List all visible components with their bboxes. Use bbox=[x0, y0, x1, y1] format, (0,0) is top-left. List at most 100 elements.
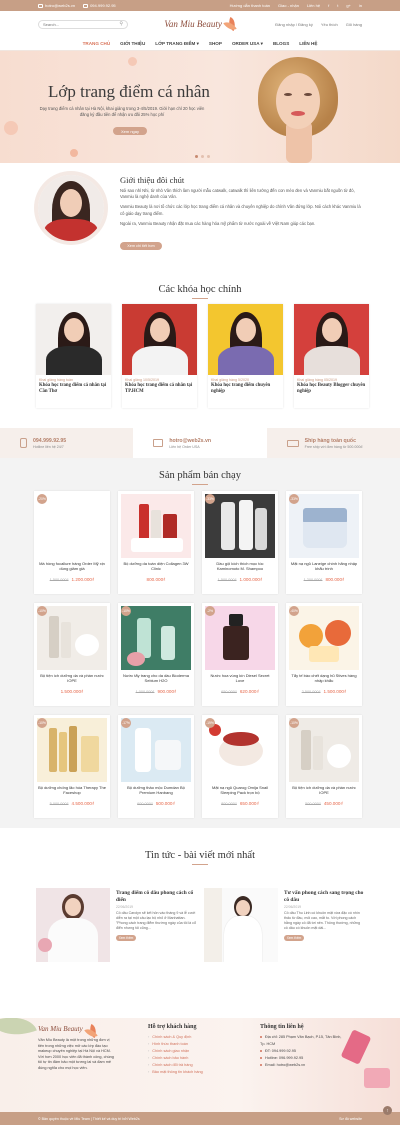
slider-dot[interactable] bbox=[195, 155, 198, 158]
topbar-link-payment[interactable]: Hướng dẫn thanh toán bbox=[230, 3, 270, 8]
footer-logo[interactable]: Van Miu Beauty bbox=[38, 1024, 114, 1034]
courses-section: Các khóa học chính Khai giảng hàng tuần … bbox=[0, 280, 400, 415]
course-card[interactable]: Khai giảng hàng tuần Khóa học trang điểm… bbox=[36, 304, 111, 408]
product-name[interactable]: Nước tẩy trang cho da dầu Bioderma Sebiu… bbox=[118, 673, 194, 685]
nav-order-usa[interactable]: ORDER USA ▾ bbox=[232, 41, 263, 47]
hero-cta-button[interactable]: Xem ngay bbox=[113, 127, 147, 135]
footer: Van Miu Beauty Văn Miu Beauty là một tro… bbox=[0, 1018, 400, 1112]
read-more-button[interactable]: Xem thêm bbox=[116, 935, 136, 942]
topbar-email[interactable]: hotro@web2s.vn bbox=[38, 3, 75, 8]
social-linkedin[interactable]: in bbox=[359, 3, 362, 8]
news-item[interactable]: Tư vấn phong cách sang trọng cho cô dâu … bbox=[204, 888, 364, 968]
course-card[interactable]: Khai giảng 10/5/2019 Khóa học trang điểm… bbox=[122, 304, 197, 408]
product-card[interactable]: -10% Bộ tiện ích dưỡng da và phần nước I… bbox=[286, 715, 362, 818]
product-name[interactable]: Nước hoa vùng kín Diesel Secret Love bbox=[202, 673, 278, 685]
login-link[interactable]: Đăng nhập / Đăng ký bbox=[275, 22, 313, 27]
product-card[interactable]: Bộ dưỡng da toàn diện Collagen 3W Clinic… bbox=[118, 491, 194, 594]
news-item[interactable]: Trang điểm cô dâu phong cách cổ điển 22/… bbox=[36, 888, 196, 968]
product-image[interactable] bbox=[289, 606, 359, 670]
hero-title: Lớp trang điểm cá nhân bbox=[48, 82, 210, 101]
nav-about[interactable]: GIỚI THIỆU bbox=[120, 41, 145, 46]
features-bar: 094.999.92.95 Hotline liên hệ 24/7 hotro@… bbox=[0, 428, 400, 458]
search-input[interactable] bbox=[43, 21, 113, 27]
product-name[interactable]: Bộ dưỡng da toàn diện Collagen 3W Clinic bbox=[118, 561, 194, 573]
nav-classes[interactable]: LỚP TRANG ĐIỂM ▾ bbox=[155, 41, 199, 47]
topbar-link-delivery[interactable]: Giao - nhận bbox=[278, 3, 299, 8]
product-name[interactable]: Bộ dưỡng thảo mộc Dumdan Bộ Premium Hanb… bbox=[118, 785, 194, 797]
product-name[interactable]: Mặt nạ ngủ Quarog Omija Snail Sleeping P… bbox=[202, 785, 278, 797]
product-image[interactable] bbox=[37, 718, 107, 782]
news-image[interactable] bbox=[36, 888, 110, 962]
product-image[interactable] bbox=[289, 494, 359, 558]
topbar-link-contact[interactable]: Liên hệ bbox=[307, 3, 320, 8]
nav-blogs[interactable]: BLOGS bbox=[273, 41, 289, 46]
nav-contact[interactable]: LIÊN HỆ bbox=[299, 41, 317, 46]
slider-dot[interactable] bbox=[201, 155, 204, 158]
hero-banner: Lớp trang điểm cá nhân Dạy trang điểm cá… bbox=[0, 51, 400, 163]
product-name[interactable]: Má hồng focallure hàng Order Mỹ xịn dùng… bbox=[34, 561, 110, 573]
course-card[interactable]: Khai giảng hàng 05/2019 Khóa học Beauty … bbox=[294, 304, 369, 408]
nav-home[interactable]: TRANG CHỦ bbox=[83, 41, 111, 46]
email-icon bbox=[153, 439, 164, 447]
discount-badge: -33% bbox=[205, 494, 215, 504]
slider-dot[interactable] bbox=[207, 155, 210, 158]
product-name[interactable]: Bộ dưỡng chống lão hóa Therapy The Faces… bbox=[34, 785, 110, 797]
search-icon[interactable]: ⚲ bbox=[119, 21, 123, 27]
product-card[interactable]: -20% Má hồng focallure hàng Order Mỹ xịn… bbox=[34, 491, 110, 594]
product-card[interactable]: -10% Bộ tiện ích dưỡng da và phần nước I… bbox=[34, 603, 110, 706]
product-card[interactable]: -19% Mặt nạ ngủ Quarog Omija Snail Sleep… bbox=[202, 715, 278, 818]
copyright-text: © Bản quyền thuộc về Miu Team | Thiết kế… bbox=[38, 1116, 140, 1121]
product-card[interactable]: -10% Bộ dưỡng chống lão hóa Therapy The … bbox=[34, 715, 110, 818]
course-card[interactable]: Khai giảng hàng 5/2020 Khóa học trang đi… bbox=[208, 304, 283, 408]
nav-shop[interactable]: SHOP bbox=[209, 41, 222, 46]
product-image[interactable] bbox=[121, 494, 191, 558]
owner-avatar bbox=[38, 175, 104, 241]
news-title: Tin tức - bài viết mới nhất bbox=[0, 850, 400, 865]
topbar-phone[interactable]: 094.999.92.95 bbox=[83, 3, 116, 8]
product-image[interactable] bbox=[121, 718, 191, 782]
product-image[interactable] bbox=[289, 718, 359, 782]
cart-link[interactable]: Giỏ hàng bbox=[346, 22, 362, 27]
social-twitter[interactable]: t bbox=[337, 3, 338, 8]
intro-more-button[interactable]: Xem chi tiết hơn bbox=[120, 242, 162, 250]
footer-link[interactable]: Chính sách & Quy định bbox=[148, 1034, 203, 1041]
feature-email: hotro@web2s.vn Liên hệ Order USA bbox=[133, 428, 267, 458]
product-name[interactable]: Bộ tiện ích dưỡng da và phần nước IOPE bbox=[34, 673, 110, 685]
product-card[interactable]: -10% Nước tẩy trang cho da dầu Bioderma … bbox=[118, 603, 194, 706]
product-card[interactable]: -40% Tẩy tế bào chết dạng hũ Stives hàng… bbox=[286, 603, 362, 706]
read-more-button[interactable]: Xem thêm bbox=[284, 935, 304, 942]
back-to-top-button[interactable]: ↑ bbox=[383, 1106, 392, 1115]
product-card[interactable]: -33% Mặt nạ ngủ Laneige chính hãng nhập … bbox=[286, 491, 362, 594]
feature-hotline: 094.999.92.95 Hotline liên hệ 24/7 bbox=[0, 428, 133, 458]
news-title-link[interactable]: Tư vấn phong cách sang trọng cho cô dâu bbox=[284, 890, 364, 903]
product-image[interactable] bbox=[205, 718, 275, 782]
wishlist-link[interactable]: Yêu thích bbox=[321, 22, 338, 27]
product-image[interactable] bbox=[37, 606, 107, 670]
footer-link[interactable]: Bảo mật thông tin khách hàng bbox=[148, 1069, 202, 1076]
product-card[interactable]: -17% Bộ dưỡng thảo mộc Dumdan Bộ Premium… bbox=[118, 715, 194, 818]
discount-badge: -20% bbox=[37, 494, 47, 504]
footer-link[interactable]: Hình thức thanh toán bbox=[148, 1041, 203, 1048]
discount-badge: -10% bbox=[289, 718, 299, 728]
product-name[interactable]: Mặt nạ ngủ Laneige chính hãng nhập khẩu … bbox=[286, 561, 362, 573]
social-google[interactable]: g+ bbox=[346, 3, 351, 8]
footer-link[interactable]: Chính sách bảo hành bbox=[148, 1055, 203, 1062]
news-title-link[interactable]: Trang điểm cô dâu phong cách cổ điển bbox=[116, 890, 196, 903]
product-name[interactable]: Bộ tiện ích dưỡng da và phần nước IOPE bbox=[286, 785, 362, 797]
footer-link[interactable]: Chính sách đổi trả hàng bbox=[148, 1062, 203, 1069]
product-image[interactable] bbox=[121, 606, 191, 670]
product-image[interactable] bbox=[205, 494, 275, 558]
news-image[interactable] bbox=[204, 888, 278, 962]
products-title: Sản phẩm bán chạy bbox=[0, 470, 400, 485]
site-logo[interactable]: Van Miu Beauty bbox=[164, 17, 239, 31]
product-card[interactable]: -2% Nước hoa vùng kín Diesel Secret Love… bbox=[202, 603, 278, 706]
product-card[interactable]: -33% Dầu gội kích thích mọc tóc Kaminomo… bbox=[202, 491, 278, 594]
product-image[interactable] bbox=[205, 606, 275, 670]
product-name[interactable]: Dầu gội kích thích mọc tóc Kaminomoto M.… bbox=[202, 561, 278, 573]
sitemap-link[interactable]: Sơ đồ website bbox=[339, 1117, 362, 1121]
product-name[interactable]: Tẩy tế bào chết dạng hũ Stives hàng nhập… bbox=[286, 673, 362, 685]
social-facebook[interactable]: f bbox=[328, 3, 329, 8]
product-image[interactable] bbox=[37, 494, 107, 558]
feature-shipping: Ship hàng toàn quốc Free ship với đơn hàn… bbox=[267, 428, 400, 458]
footer-link[interactable]: Chính sách giao nhận bbox=[148, 1048, 203, 1055]
